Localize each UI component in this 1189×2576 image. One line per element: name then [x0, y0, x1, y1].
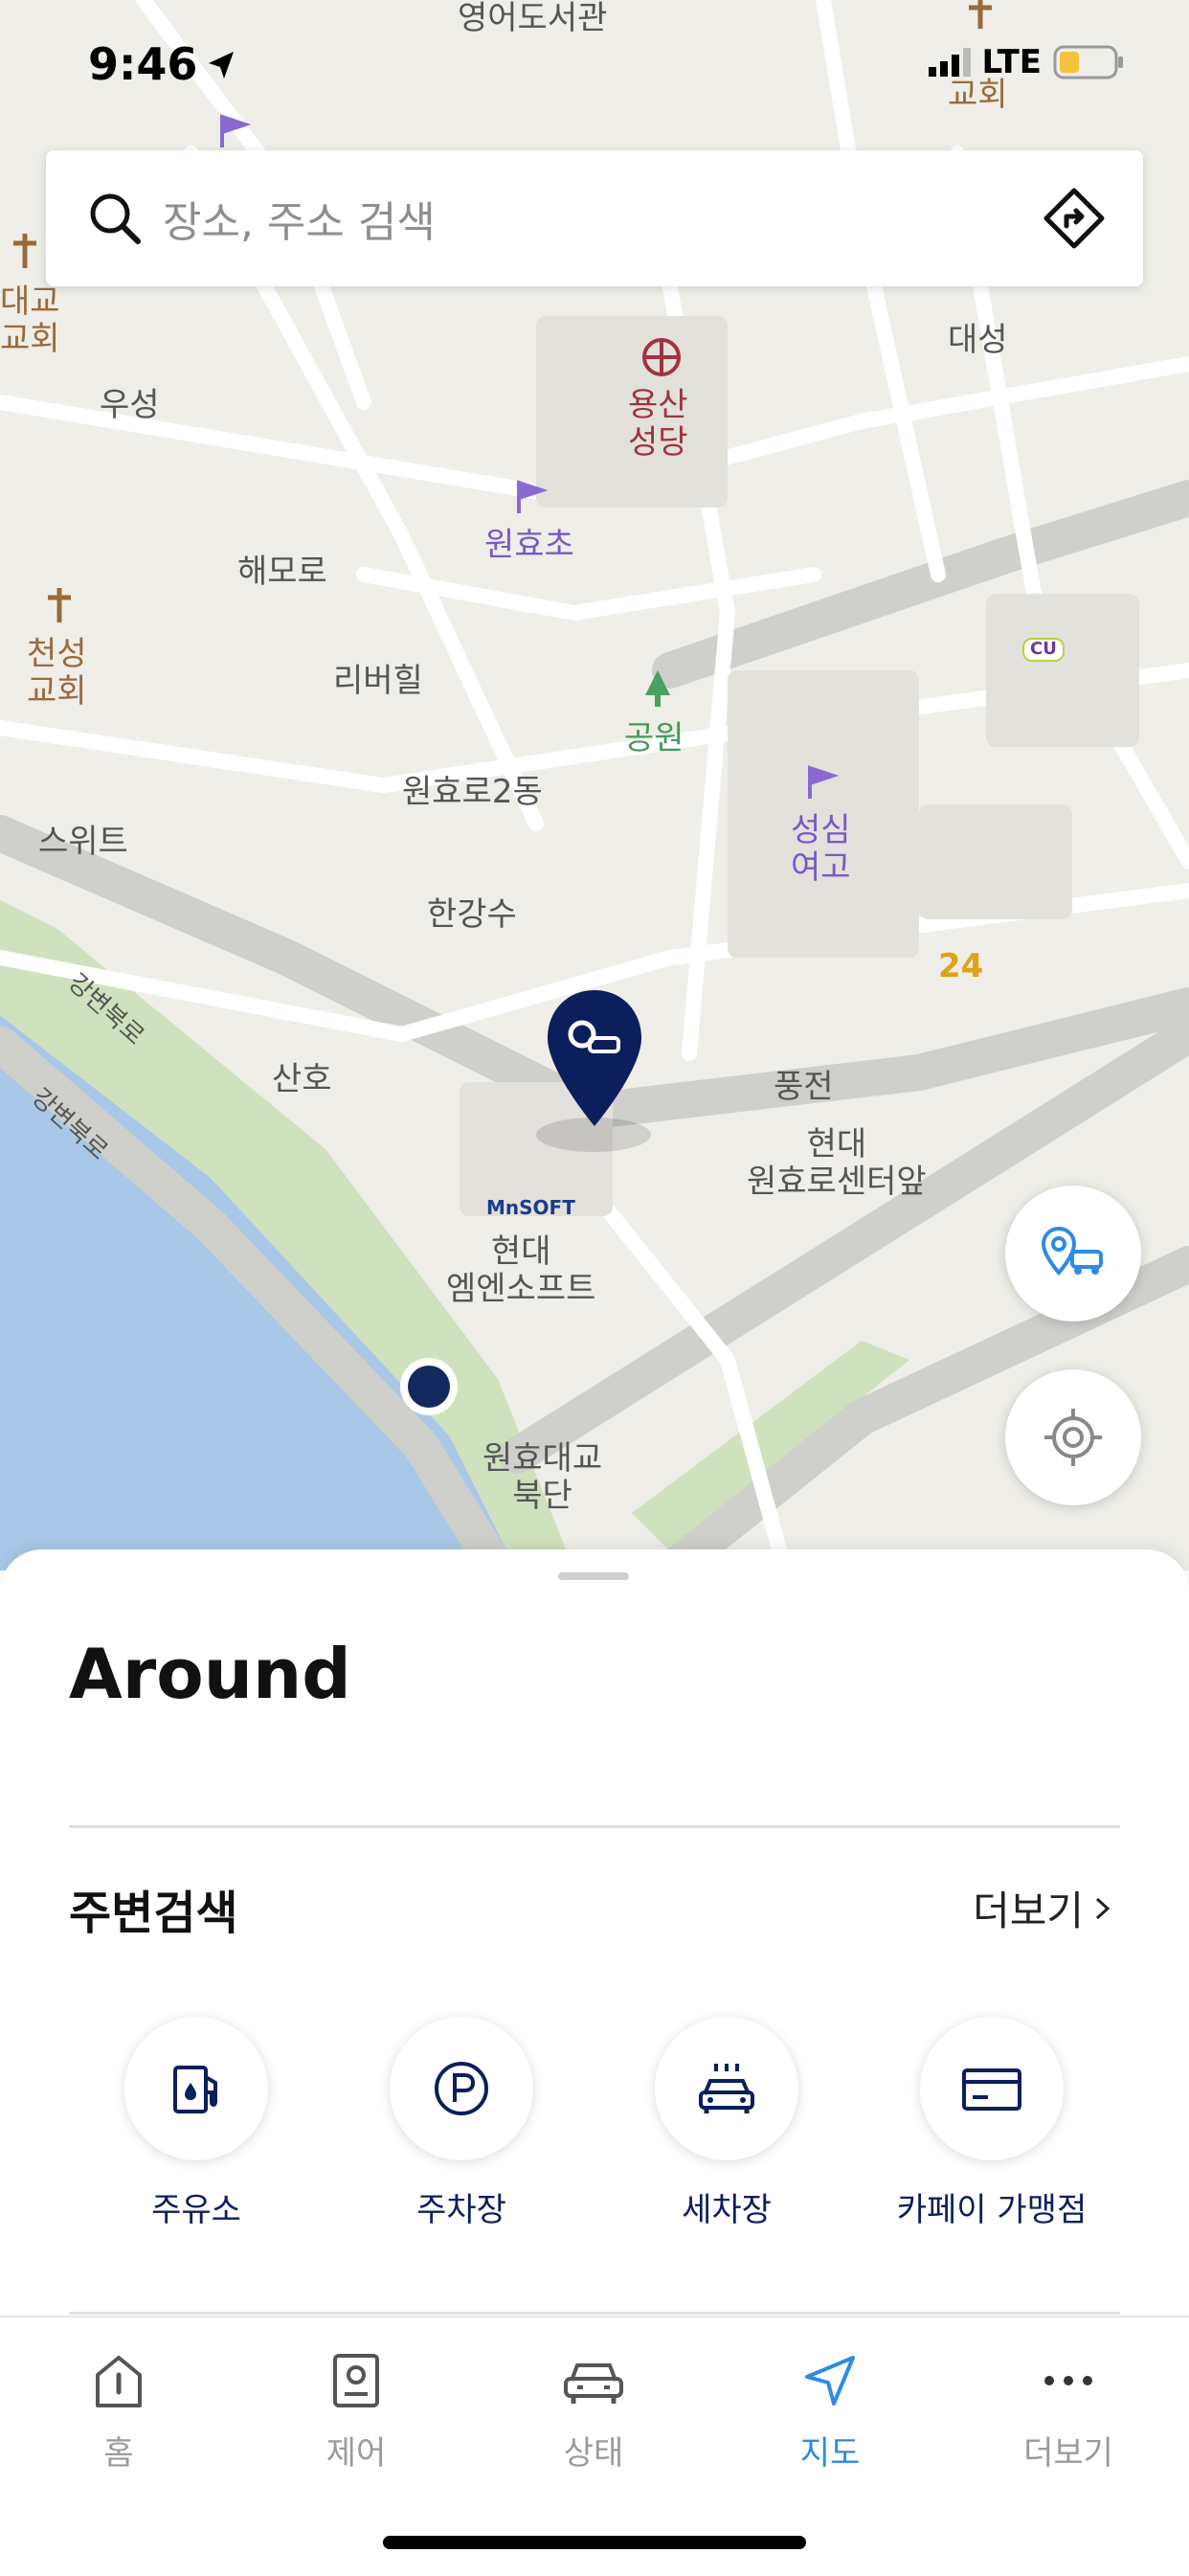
- network-type: LTE: [981, 43, 1042, 81]
- mnsoft-logo: MnSOFT: [486, 1196, 575, 1219]
- navigation-icon: [805, 2356, 855, 2406]
- tab-label: 홈: [103, 2434, 134, 2473]
- map-label-pungjeon: 풍전: [774, 1068, 834, 1106]
- map-label-park: 공원: [624, 719, 684, 757]
- category-parking[interactable]: 주차장: [347, 2017, 576, 2230]
- map-label-usung: 우성: [100, 386, 160, 424]
- map-label-church-left: 대교 교회: [0, 282, 60, 359]
- car-icon: [564, 2363, 623, 2404]
- search-icon: [90, 193, 141, 244]
- control-icon: [333, 2354, 379, 2407]
- category-car-wash[interactable]: 세차장: [612, 2017, 841, 2230]
- chevron-right-icon: [1095, 1897, 1110, 1919]
- cathedral-icon: [642, 338, 681, 376]
- more-link[interactable]: 더보기: [973, 1879, 1112, 1937]
- school-flag-icon: [220, 114, 252, 147]
- category-label: 주차장: [416, 2191, 506, 2229]
- sheet-title: Around: [69, 1634, 351, 1714]
- map-label-hyundai-center: 현대 원효로센터앞: [747, 1125, 927, 1202]
- directions-icon[interactable]: [1043, 188, 1105, 249]
- category-label: 카페이 가맹점: [896, 2191, 1088, 2229]
- status-time: 9:46: [88, 38, 198, 90]
- battery-icon: [1053, 45, 1123, 79]
- emart24-logo: 24: [938, 947, 984, 985]
- my-location-button[interactable]: [1005, 1369, 1141, 1505]
- tab-label: 상태: [563, 2434, 624, 2473]
- divider: [69, 1825, 1120, 1828]
- map-label-sungsim: 성심 여고: [791, 811, 851, 888]
- home-icon: [96, 2356, 142, 2407]
- tab-label: 더보기: [1023, 2434, 1113, 2473]
- vehicle-location-pin[interactable]: [542, 986, 647, 1130]
- car-wash-icon: [699, 2064, 754, 2113]
- vehicle-location-button[interactable]: [1005, 1186, 1141, 1322]
- category-label: 세차장: [682, 2191, 772, 2229]
- search-bar[interactable]: 장소, 주소 검색: [46, 150, 1143, 286]
- map-label-sanho: 산호: [272, 1060, 332, 1098]
- nearby-search-title: 주변검색: [69, 1887, 238, 1940]
- signal-icon: [928, 48, 971, 77]
- map-label-hangangsu: 한강수: [427, 895, 517, 934]
- more-link-label: 더보기: [973, 1887, 1084, 1934]
- school-flag-icon: [517, 480, 549, 513]
- tab-label: 제어: [325, 2434, 387, 2473]
- map-label-bridge-north: 원효대교 북단: [482, 1439, 603, 1516]
- tab-label: 지도: [799, 2434, 861, 2473]
- crosshair-icon: [1044, 1409, 1102, 1466]
- map-label-wonhyo-elem: 원효초: [484, 526, 574, 564]
- map-label-yongsan-cathedral: 용산 성당: [628, 386, 688, 463]
- map-label-riverhill: 리버힐: [333, 662, 423, 700]
- map-label-haemoro: 해모로: [237, 553, 327, 591]
- fuel-icon: [173, 2066, 217, 2113]
- church-cross-icon: [48, 588, 71, 622]
- location-arrow-icon: [209, 52, 234, 79]
- tab-status[interactable]: 상태: [517, 2352, 670, 2474]
- map-label-suite: 스위트: [38, 823, 128, 861]
- vehicle-location-icon: [1041, 1226, 1103, 1277]
- card-icon: [962, 2068, 1021, 2111]
- divider: [69, 2312, 1120, 2315]
- church-cross-icon: [13, 234, 36, 268]
- tab-home[interactable]: 홈: [42, 2352, 195, 2474]
- tab-control[interactable]: 제어: [280, 2352, 433, 2474]
- map-label-hyundai-mnsoft: 현대 엠엔소프트: [446, 1232, 596, 1309]
- search-input[interactable]: 장소, 주소 검색: [163, 188, 436, 249]
- category-carpay-merchant[interactable]: 카페이 가맹점: [877, 2017, 1107, 2230]
- map-label-wonhyoro2: 원효로2동: [402, 773, 543, 811]
- map-label-cheonsung-church: 천성 교회: [27, 635, 87, 712]
- around-sheet: Around 주변검색 더보기 주유소 주차장 세차장 카페이 가맹점: [0, 1549, 1189, 2316]
- home-indicator[interactable]: [383, 2536, 806, 2549]
- parking-icon: [435, 2062, 488, 2115]
- school-flag-icon: [808, 765, 840, 799]
- park-tree-icon: [645, 670, 670, 707]
- category-gas-station[interactable]: 주유소: [81, 2017, 311, 2230]
- map-label-daesung: 대성: [948, 321, 1008, 359]
- category-label: 주유소: [151, 2191, 241, 2229]
- sheet-drag-handle[interactable]: [558, 1572, 629, 1580]
- map-label-church: 교회: [948, 76, 1008, 114]
- more-icon: [1044, 2376, 1092, 2385]
- tab-map[interactable]: 지도: [753, 2352, 907, 2474]
- status-indicators: LTE: [928, 43, 1126, 81]
- tab-more[interactable]: 더보기: [992, 2352, 1145, 2474]
- church-cross-icon: [969, 0, 992, 29]
- map-label-library: 영어도서관: [458, 0, 608, 37]
- cu-logo: CU: [1022, 638, 1065, 662]
